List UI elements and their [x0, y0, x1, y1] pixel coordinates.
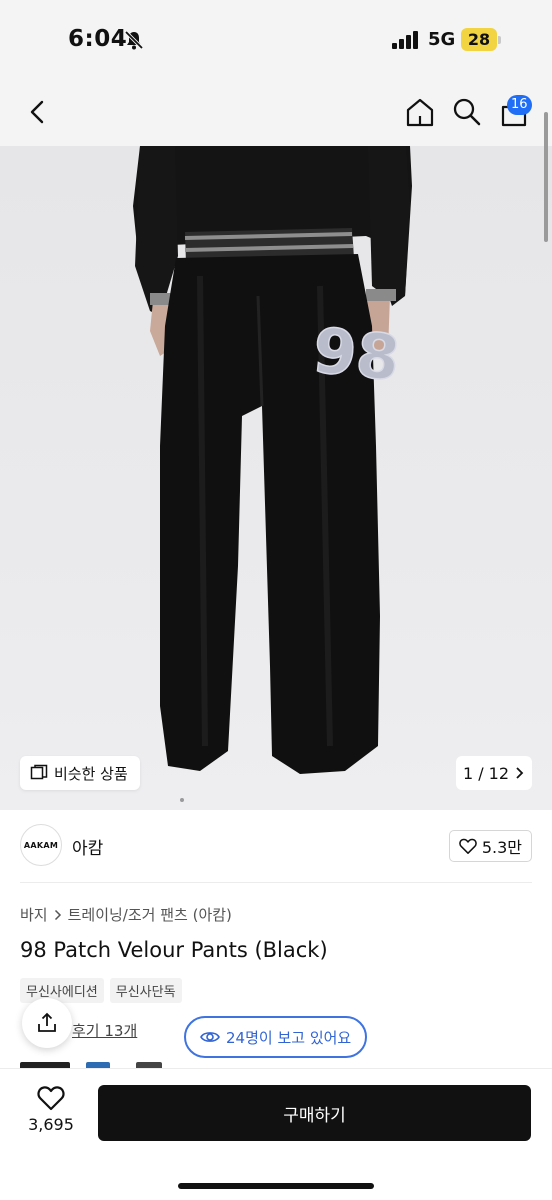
copy-icon — [30, 764, 48, 780]
viewers-label: 24명이 보고 있어요 — [226, 1028, 352, 1047]
product-title: 98 Patch Velour Pants (Black) — [20, 938, 328, 962]
patch-text: 98 — [310, 313, 403, 395]
network-label: 5G — [428, 29, 456, 50]
brand-like-count: 5.3만 — [481, 838, 522, 857]
tag-musinsa-exclusive: 무신사단독 — [109, 978, 182, 1003]
share-button[interactable] — [22, 998, 72, 1048]
tag-musinsa-edition: 무신사에디션 — [20, 978, 104, 1003]
eye-icon — [200, 1032, 220, 1042]
battery-icon: 28 — [461, 28, 501, 52]
divider — [20, 882, 532, 883]
image-page-counter[interactable]: 1 / 12 — [456, 756, 532, 790]
brand-row[interactable]: AAKAM 아캄 5.3만 — [20, 824, 532, 870]
review-link[interactable]: 후기 13개 — [72, 1020, 137, 1041]
viewers-pill: 24명이 보고 있어요 — [184, 1016, 368, 1058]
breadcrumb-subcategory[interactable]: 트레이닝/조거 팬츠 (아캄) — [68, 904, 232, 925]
top-nav — [0, 80, 552, 146]
image-dot — [180, 798, 184, 802]
home-indicator — [178, 1183, 374, 1189]
breadcrumb: 바지 트레이닝/조거 팬츠 (아캄) — [20, 904, 232, 925]
product-image[interactable]: 98 — [0, 146, 552, 810]
bell-muted-icon — [124, 30, 144, 50]
brand-logo[interactable]: AAKAM — [20, 824, 62, 866]
wishlist-button[interactable]: 3,695 — [20, 1085, 82, 1147]
heart-outline-icon — [459, 838, 477, 854]
search-button[interactable] — [449, 94, 485, 130]
cart-count-badge: 16 — [507, 95, 532, 115]
status-bar: 6:04 5G 28 — [0, 0, 552, 80]
page-counter-text: 1 / 12 — [462, 763, 510, 783]
scroll-indicator — [544, 112, 548, 242]
product-photo: 98 — [133, 146, 412, 774]
similar-products-button[interactable]: 비슷한 상품 — [20, 756, 140, 790]
home-button[interactable] — [402, 94, 438, 130]
share-icon — [38, 1012, 56, 1032]
heart-icon — [37, 1086, 65, 1111]
wishlist-count: 3,695 — [28, 1115, 74, 1134]
back-button[interactable] — [20, 94, 56, 130]
buy-button[interactable]: 구매하기 — [98, 1085, 531, 1141]
similar-products-label: 비슷한 상품 — [54, 764, 128, 783]
chevron-right-icon — [54, 909, 61, 920]
signal-icon — [392, 31, 418, 49]
brand-name[interactable]: 아캄 — [72, 834, 103, 859]
breadcrumb-category[interactable]: 바지 — [20, 904, 48, 925]
brand-like-button[interactable]: 5.3만 — [448, 830, 532, 862]
chevron-right-icon — [516, 767, 524, 779]
battery-level: 28 — [461, 28, 497, 51]
status-time: 6:04 — [68, 26, 128, 52]
bottom-action-bar: 3,695 구매하기 — [0, 1068, 552, 1200]
